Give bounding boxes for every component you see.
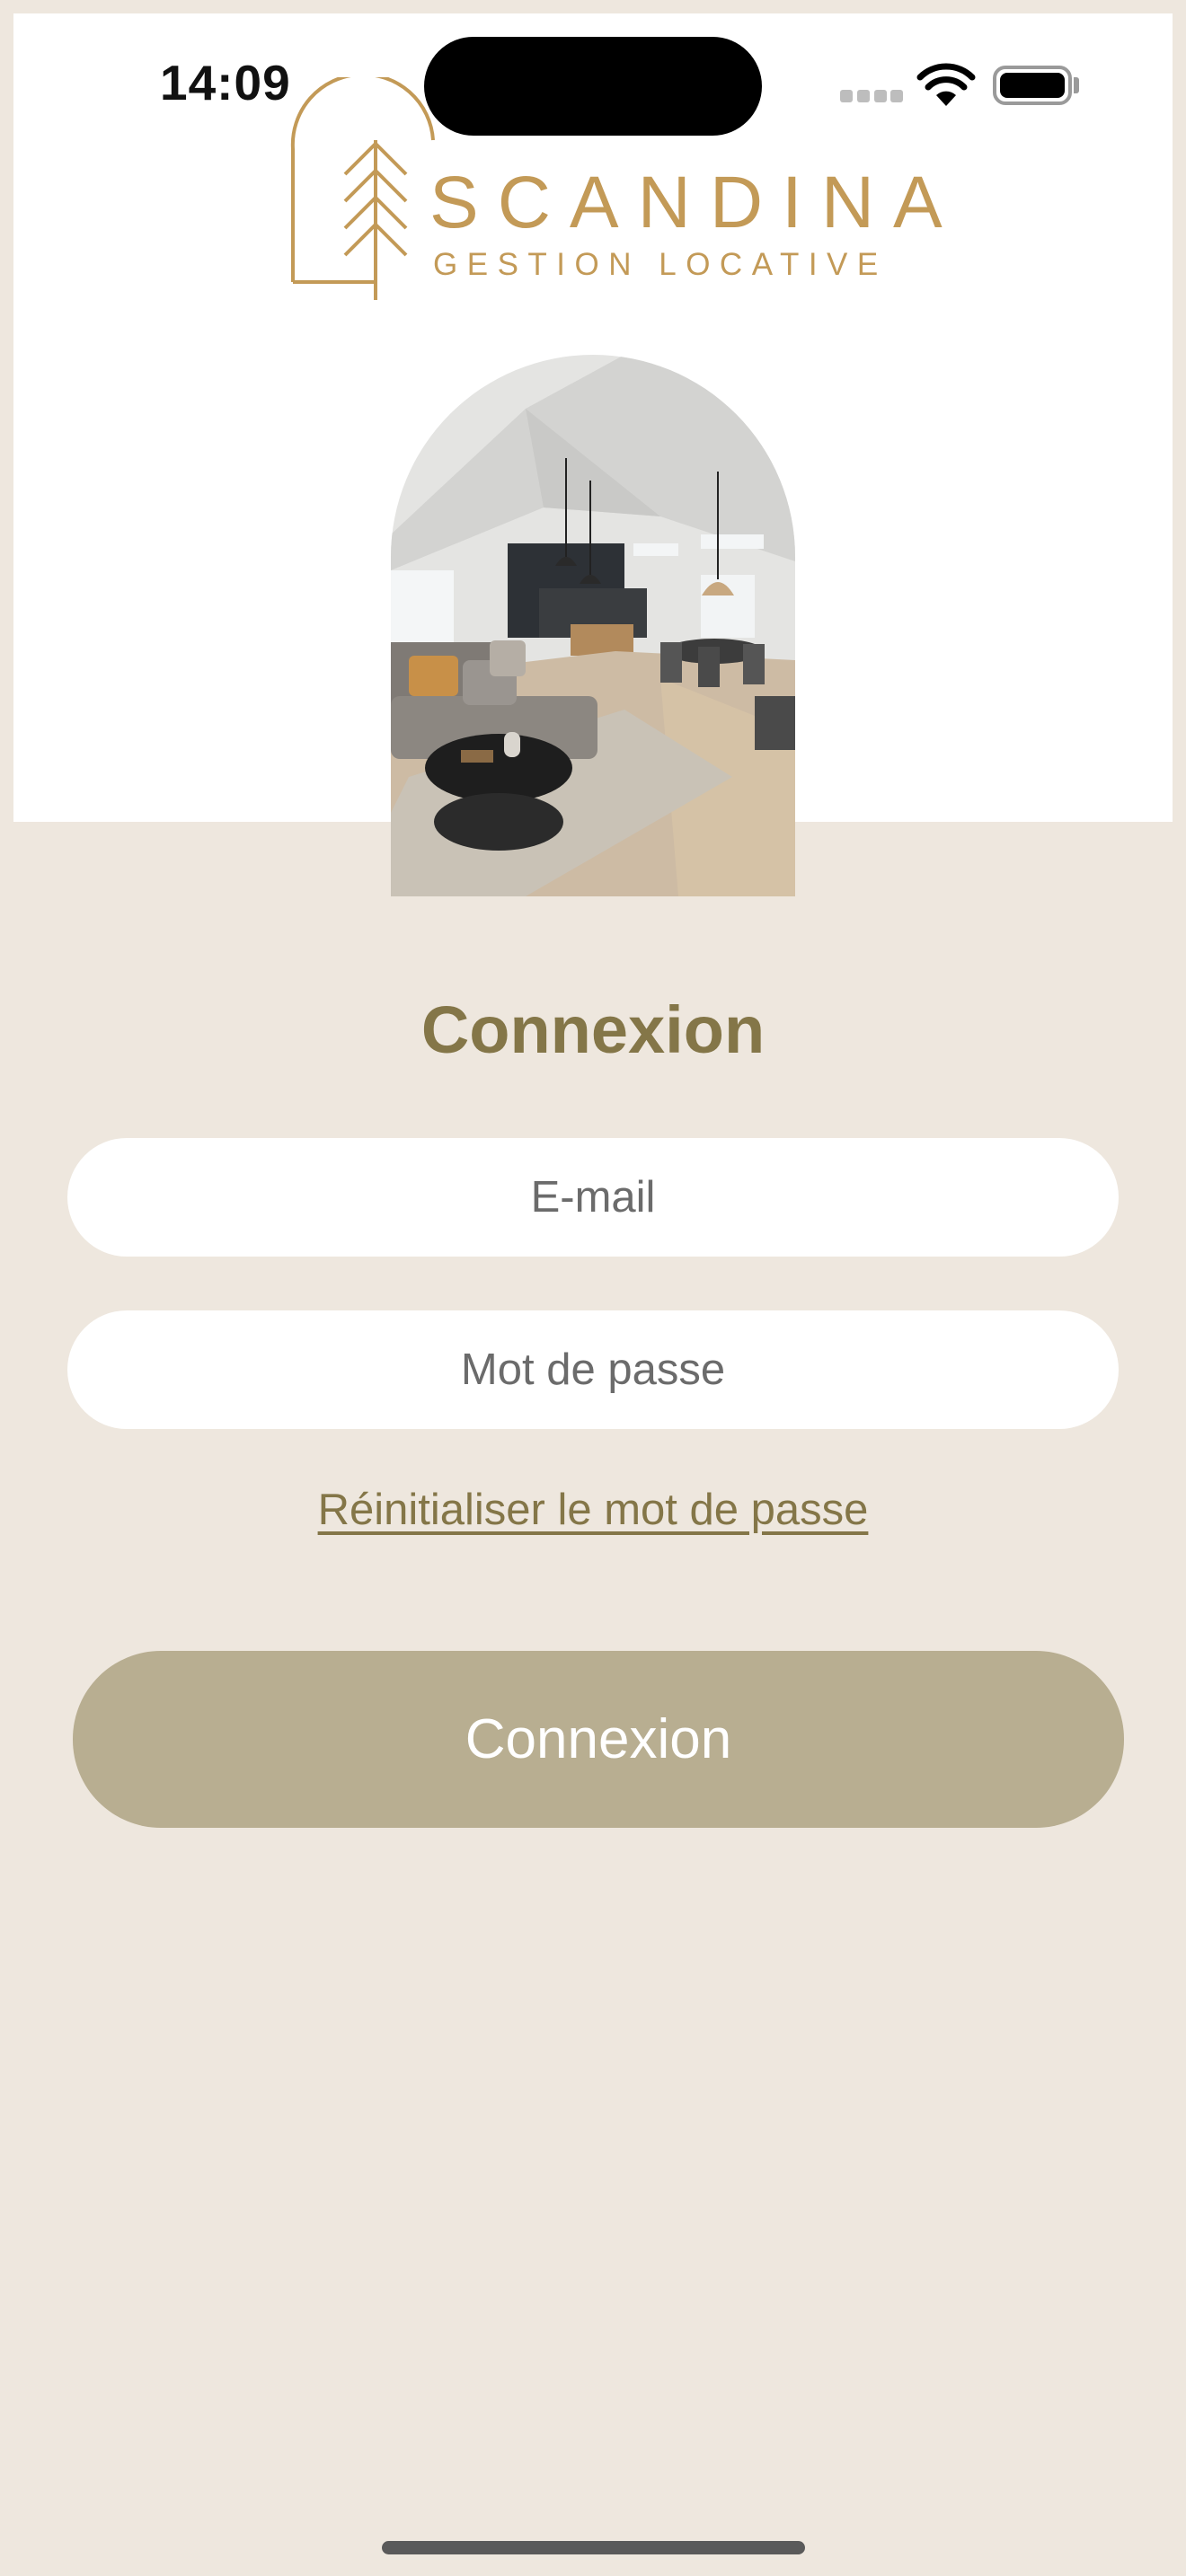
password-field[interactable] — [67, 1310, 1119, 1429]
wifi-icon — [916, 63, 976, 106]
reset-password-link[interactable]: Réinitialiser le mot de passe — [0, 1486, 1186, 1535]
login-screen: 14:09 SCANDINA GESTION LOCATIVE Connexio… — [0, 0, 1186, 2576]
login-title: Connexion — [420, 992, 766, 1067]
dynamic-island — [424, 37, 762, 136]
cellular-signal-icon — [840, 90, 903, 102]
battery-icon — [993, 66, 1072, 105]
hero-image — [391, 355, 795, 896]
login-button[interactable]: Connexion — [73, 1651, 1124, 1828]
email-field[interactable] — [67, 1138, 1119, 1257]
brand-wordmark: SCANDINA — [429, 162, 961, 243]
battery-cap — [1074, 77, 1079, 93]
pine-tree-arch-icon — [290, 77, 435, 300]
home-indicator — [382, 2541, 805, 2554]
status-time: 14:09 — [160, 55, 291, 110]
brand-subtitle: GESTION LOCATIVE — [433, 247, 888, 282]
